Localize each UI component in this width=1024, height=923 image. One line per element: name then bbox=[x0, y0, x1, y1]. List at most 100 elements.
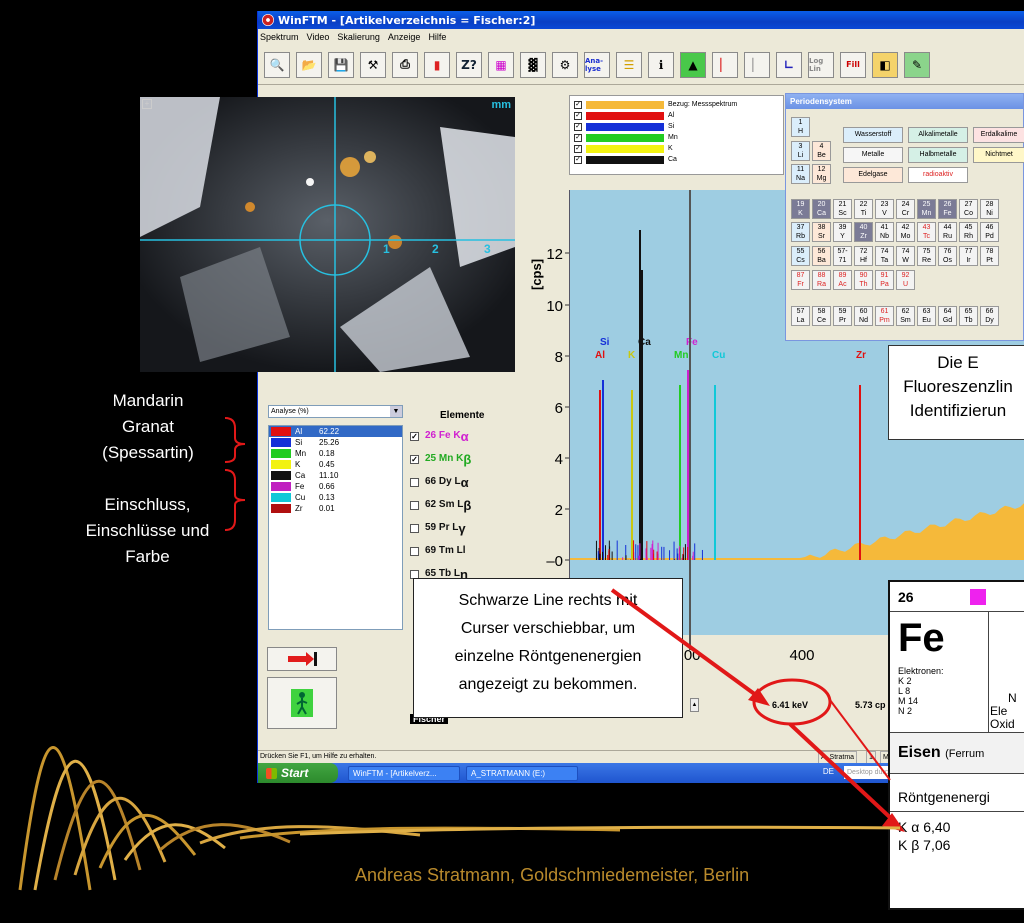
pse-cell[interactable]: 1H bbox=[791, 117, 810, 137]
tools-icon[interactable]: ⚒ bbox=[360, 52, 386, 78]
zoom-icon[interactable]: 🔍 bbox=[264, 52, 290, 78]
pse-cell[interactable]: 92 U bbox=[896, 270, 915, 290]
chevron-down-icon[interactable]: ▼ bbox=[390, 406, 402, 417]
run-measurement-button[interactable] bbox=[267, 677, 337, 729]
pse-cell[interactable]: 55 Cs bbox=[791, 246, 810, 266]
pse-cell[interactable]: 87 Fr bbox=[791, 270, 810, 290]
element-line-row[interactable]: ✓ 25 Mn Kβ bbox=[410, 448, 520, 471]
pse-cell[interactable]: 61 Pm bbox=[875, 306, 894, 326]
window-titlebar[interactable]: WinFTM - [Artikelverzeichnis = Fischer:2… bbox=[258, 11, 1024, 29]
pse-cell[interactable]: 21 Sc bbox=[833, 199, 852, 219]
pse-category[interactable]: Wasserstoff bbox=[843, 127, 903, 143]
analysis-row[interactable]: Mn 0.18 bbox=[269, 448, 402, 459]
spectrum-icon[interactable]: ▓ bbox=[520, 52, 546, 78]
legend-row[interactable]: ✓ Si bbox=[570, 121, 783, 132]
analyse-button[interactable]: Ana-lyse bbox=[584, 52, 610, 78]
pse-cell[interactable]: 22 Ti bbox=[854, 199, 873, 219]
exit-door-icon[interactable]: ◧ bbox=[872, 52, 898, 78]
analysis-row[interactable]: Zr 0.01 bbox=[269, 503, 402, 514]
pse-cell[interactable]: 74 W bbox=[896, 246, 915, 266]
legend-row[interactable]: ✓ Al bbox=[570, 110, 783, 121]
pse-cell[interactable]: 20 Ca bbox=[812, 199, 831, 219]
language-indicator[interactable]: DE bbox=[823, 767, 834, 776]
pse-cell[interactable]: 63 Eu bbox=[917, 306, 936, 326]
peak-icon[interactable]: ▲ bbox=[680, 52, 706, 78]
element-line-checkbox[interactable] bbox=[410, 478, 419, 487]
legend-checkbox[interactable]: ✓ bbox=[574, 112, 582, 120]
legend-row[interactable]: ✓ Ca bbox=[570, 154, 783, 165]
pse-category[interactable]: Metalle bbox=[843, 147, 903, 163]
start-button[interactable]: Start bbox=[258, 763, 338, 783]
analysis-row[interactable]: Ca 11.10 bbox=[269, 470, 402, 481]
loglin-button[interactable]: Log Lin bbox=[808, 52, 834, 78]
pse-cell[interactable]: 25 Mn bbox=[917, 199, 936, 219]
legend-row[interactable]: ✓ Bezug: Messspektrum bbox=[570, 99, 783, 110]
expand-icon[interactable]: + bbox=[142, 99, 152, 109]
element-line-row[interactable]: 59 Pr Lγ bbox=[410, 517, 520, 540]
pse-cell[interactable]: 72 Hf bbox=[854, 246, 873, 266]
pse-cell[interactable]: 39 Y bbox=[833, 222, 852, 242]
pse-cell[interactable]: 64 Gd bbox=[938, 306, 957, 326]
menu-anzeige[interactable]: Anzeige bbox=[388, 32, 421, 42]
pse-cell[interactable]: 75 Re bbox=[917, 246, 936, 266]
legend-checkbox[interactable]: ✓ bbox=[574, 101, 582, 109]
open-folder-icon[interactable]: 📂 bbox=[296, 52, 322, 78]
menu-spektrum[interactable]: Spektrum bbox=[260, 32, 299, 42]
axis-icon[interactable]: ∟ bbox=[776, 52, 802, 78]
pse-cell[interactable]: 27 Co bbox=[959, 199, 978, 219]
pse-cell[interactable]: 23 V bbox=[875, 199, 894, 219]
task-explorer[interactable]: A_STRATMANN (E:) bbox=[466, 766, 578, 781]
list-icon[interactable]: ☰ bbox=[616, 52, 642, 78]
pse-cell[interactable]: 57-71 bbox=[833, 246, 852, 266]
element-line-checkbox[interactable]: ✓ bbox=[410, 455, 419, 464]
analysis-row[interactable]: Si 25.26 bbox=[269, 437, 402, 448]
pse-cell[interactable]: 91 Pa bbox=[875, 270, 894, 290]
pse-cell[interactable]: 62 Sm bbox=[896, 306, 915, 326]
pse-cell[interactable]: 41 Nb bbox=[875, 222, 894, 242]
pse-cell[interactable]: 46 Pd bbox=[980, 222, 999, 242]
pse-cell[interactable]: 11 Na bbox=[791, 164, 810, 184]
menu-hilfe[interactable]: Hilfe bbox=[428, 32, 446, 42]
element-line-row[interactable]: ✓ 26 Fe Kα bbox=[410, 425, 520, 448]
element-line-row[interactable]: 69 Tm Ll bbox=[410, 540, 520, 563]
pse-cell[interactable]: 56 Ba bbox=[812, 246, 831, 266]
pse-cell[interactable]: 90 Th bbox=[854, 270, 873, 290]
line-marker-2-icon[interactable]: ▏ bbox=[744, 52, 770, 78]
fill-button[interactable]: Fill bbox=[840, 52, 866, 78]
element-line-checkbox[interactable] bbox=[410, 547, 419, 556]
print-icon[interactable]: ⎙ bbox=[392, 52, 418, 78]
pse-cell[interactable]: 57 La bbox=[791, 306, 810, 326]
line-marker-icon[interactable]: ▏ bbox=[712, 52, 738, 78]
pse-category[interactable]: Alkalimetalle bbox=[908, 127, 968, 143]
analysis-row[interactable]: Fe 0.66 bbox=[269, 481, 402, 492]
pse-cell[interactable]: 4 Be bbox=[812, 141, 831, 161]
pse-cell[interactable]: 12 Mg bbox=[812, 164, 831, 184]
legend-checkbox[interactable]: ✓ bbox=[574, 134, 582, 142]
pse-cell[interactable]: 44 Ru bbox=[938, 222, 957, 242]
pse-cell[interactable]: 24 Cr bbox=[896, 199, 915, 219]
legend-row[interactable]: ✓ Mn bbox=[570, 132, 783, 143]
pse-cell[interactable]: 65 Tb bbox=[959, 306, 978, 326]
pse-cell[interactable]: 78 Pt bbox=[980, 246, 999, 266]
camera-view[interactable]: mm 1 2 3 + bbox=[140, 97, 515, 372]
task-winftm[interactable]: WinFTM - [Artikelverz... bbox=[348, 766, 460, 781]
move-to-end-button[interactable] bbox=[267, 647, 337, 671]
pse-category[interactable]: Halbmetalle bbox=[908, 147, 968, 163]
element-line-checkbox[interactable]: ✓ bbox=[410, 432, 419, 441]
analysis-row[interactable]: Cu 0.13 bbox=[269, 492, 402, 503]
analysis-mode-select[interactable]: Analyse (%) ▼ bbox=[268, 405, 403, 418]
pse-cell[interactable]: 3 Li bbox=[791, 141, 810, 161]
pse-cell[interactable]: 88 Ra bbox=[812, 270, 831, 290]
pse-cell[interactable]: 42 Mo bbox=[896, 222, 915, 242]
pse-cell[interactable]: 45 Rh bbox=[959, 222, 978, 242]
menu-skalierung[interactable]: Skalierung bbox=[337, 32, 380, 42]
menu-video[interactable]: Video bbox=[307, 32, 330, 42]
legend-checkbox[interactable]: ✓ bbox=[574, 123, 582, 131]
element-line-checkbox[interactable] bbox=[410, 501, 419, 510]
legend-checkbox[interactable]: ✓ bbox=[574, 156, 582, 164]
pse-category[interactable]: Edelgase bbox=[843, 167, 903, 183]
pse-cell[interactable]: 19 K bbox=[791, 199, 810, 219]
pse-title[interactable]: Periodensystem bbox=[786, 94, 1023, 109]
analysis-row[interactable]: Al 62.22 bbox=[269, 426, 402, 437]
pse-cell[interactable]: 58 Ce bbox=[812, 306, 831, 326]
